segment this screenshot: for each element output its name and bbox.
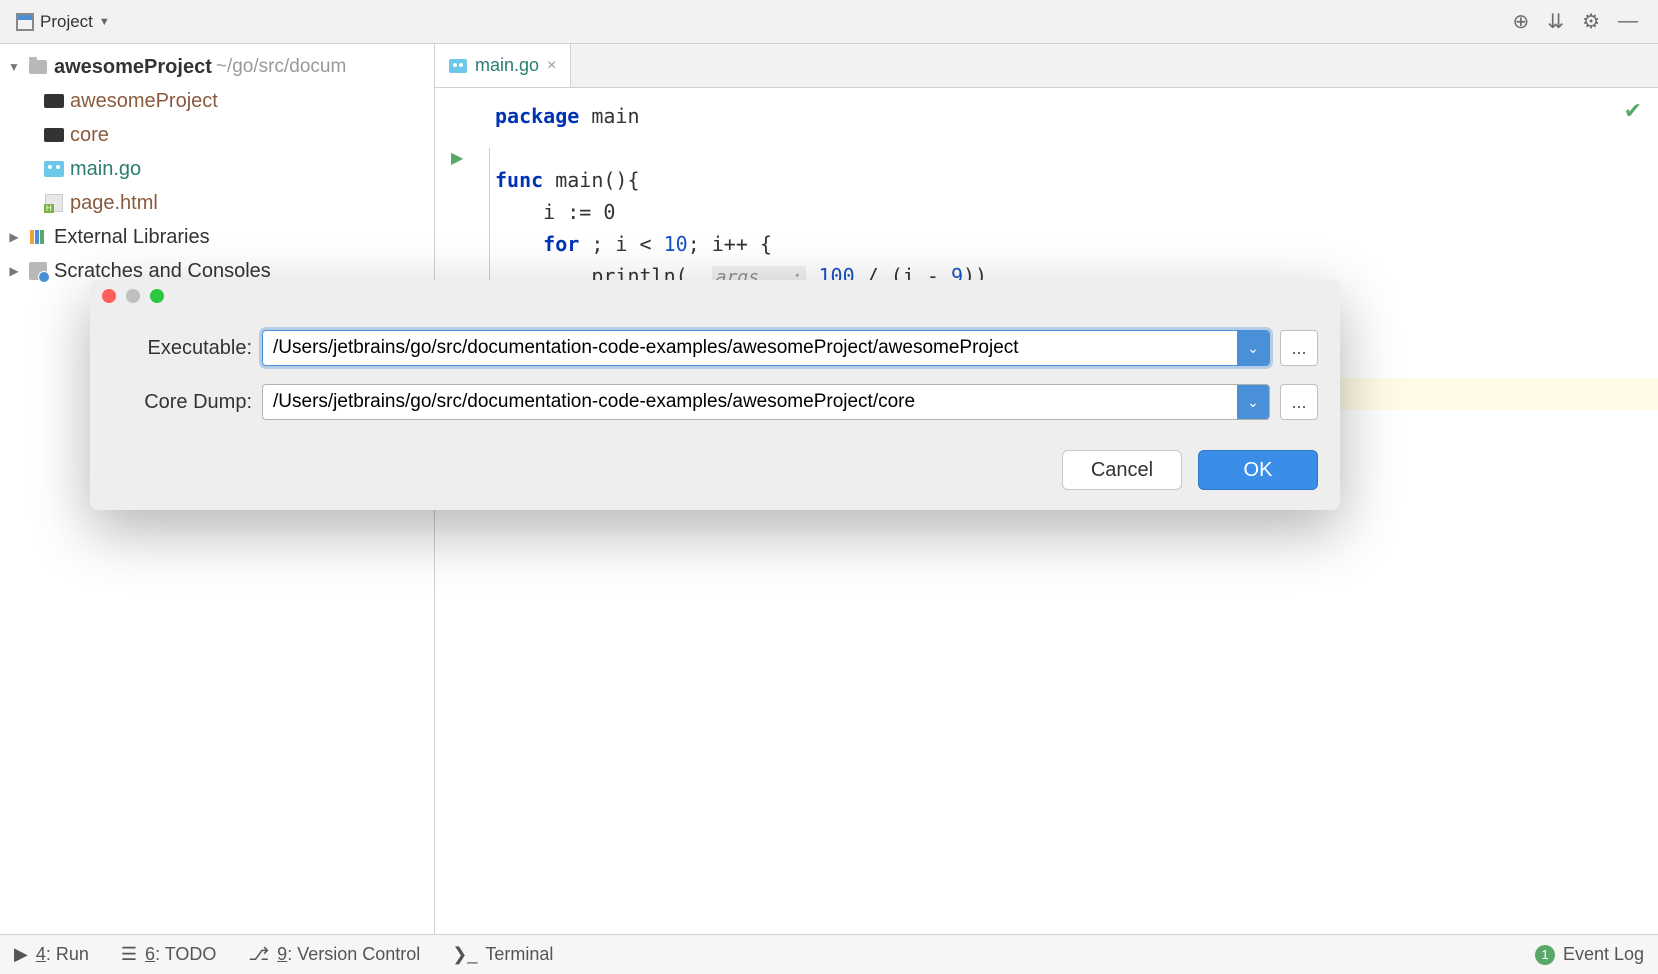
go-file-icon xyxy=(44,161,64,177)
run-gutter-icon[interactable]: ▶ xyxy=(451,148,463,168)
tree-external-libraries[interactable]: ▶ External Libraries xyxy=(0,220,434,254)
vcs-tool-button[interactable]: ⎇ 9: Version Control xyxy=(248,944,420,965)
notification-badge: 1 xyxy=(1535,945,1555,965)
binary-icon xyxy=(44,128,64,142)
go-file-icon xyxy=(449,59,467,73)
scratches-icon xyxy=(29,262,47,280)
editor-tabs: main.go × xyxy=(435,44,1658,88)
tree-item-executable[interactable]: awesomeProject xyxy=(0,84,434,118)
event-log-button[interactable]: 1 Event Log xyxy=(1535,944,1644,965)
minimize-icon[interactable]: — xyxy=(1618,10,1638,33)
terminal-icon: ❯_ xyxy=(452,944,477,965)
tab-main-go[interactable]: main.go × xyxy=(435,44,571,87)
project-view-selector[interactable]: Project ▼ xyxy=(8,8,118,36)
tree-item-label: awesomeProject xyxy=(70,90,218,113)
executable-input[interactable] xyxy=(263,331,1237,365)
toolbar-actions: ⊕ ⇊ ⚙ — xyxy=(1513,9,1650,34)
branch-icon: ⎇ xyxy=(248,944,269,965)
binary-icon xyxy=(44,94,64,108)
code-editor[interactable]: ✔ ▶ package main func main(){ i := 0 for… xyxy=(435,88,1658,934)
project-icon xyxy=(16,13,34,31)
terminal-tool-button[interactable]: ❯_ Terminal xyxy=(452,944,553,965)
executable-browse-button[interactable]: ... xyxy=(1280,330,1318,366)
tree-item-label: page.html xyxy=(70,192,158,215)
executable-combo[interactable]: ⌄ xyxy=(262,330,1270,366)
libraries-icon xyxy=(26,228,50,246)
chevron-down-icon[interactable]: ⌄ xyxy=(1237,331,1269,365)
executable-row: Executable: ⌄ ... xyxy=(112,330,1318,366)
list-icon: ☰ xyxy=(121,944,137,965)
tree-item-label: core xyxy=(70,124,109,147)
dialog-titlebar[interactable] xyxy=(90,280,1340,312)
tab-label: main.go xyxy=(475,55,539,76)
tree-root-path: ~/go/src/docum xyxy=(216,56,346,78)
folder-icon xyxy=(29,60,47,74)
chevron-down-icon[interactable]: ⌄ xyxy=(1237,385,1269,419)
tree-root-name: awesomeProject xyxy=(54,56,212,79)
coredump-row: Core Dump: ⌄ ... xyxy=(112,384,1318,420)
executable-label: Executable: xyxy=(112,337,252,360)
expand-arrow-icon[interactable]: ▶ xyxy=(6,230,22,244)
run-tool-button[interactable]: ▶ 4: Run xyxy=(14,944,89,965)
html-file-icon xyxy=(45,194,63,212)
tool-window-bar: ▶ 4: Run ☰ 6: TODO ⎇ 9: Version Control … xyxy=(0,934,1658,974)
window-close-icon[interactable] xyxy=(102,289,116,303)
cancel-button[interactable]: Cancel xyxy=(1062,450,1182,490)
tree-item-page-html[interactable]: page.html xyxy=(0,186,434,220)
code-content[interactable]: package main func main(){ i := 0 for ; i… xyxy=(495,88,1658,934)
editor-gutter[interactable]: ▶ xyxy=(435,88,495,934)
tree-item-label: main.go xyxy=(70,158,141,181)
core-dump-dialog: Executable: ⌄ ... Core Dump: ⌄ ... Cance… xyxy=(90,280,1340,510)
tree-item-core[interactable]: core xyxy=(0,118,434,152)
coredump-browse-button[interactable]: ... xyxy=(1280,384,1318,420)
coredump-label: Core Dump: xyxy=(112,391,252,414)
inspection-ok-icon[interactable]: ✔ xyxy=(1624,98,1642,124)
gear-icon[interactable]: ⚙ xyxy=(1582,9,1600,34)
chevron-down-icon: ▼ xyxy=(99,16,110,28)
tree-item-label: External Libraries xyxy=(54,226,210,249)
project-label: Project xyxy=(40,12,93,32)
close-icon[interactable]: × xyxy=(547,57,556,75)
expand-arrow-icon[interactable]: ▼ xyxy=(6,60,22,74)
tree-root[interactable]: ▼ awesomeProject ~/go/src/docum xyxy=(0,50,434,84)
target-icon[interactable]: ⊕ xyxy=(1513,9,1530,34)
coredump-combo[interactable]: ⌄ xyxy=(262,384,1270,420)
play-icon: ▶ xyxy=(14,944,28,965)
tree-item-main-go[interactable]: main.go xyxy=(0,152,434,186)
coredump-input[interactable] xyxy=(263,385,1237,419)
ok-button[interactable]: OK xyxy=(1198,450,1318,490)
window-minimize-icon[interactable] xyxy=(126,289,140,303)
project-toolbar: Project ▼ ⊕ ⇊ ⚙ — xyxy=(0,0,1658,44)
collapse-icon[interactable]: ⇊ xyxy=(1547,9,1564,34)
window-zoom-icon[interactable] xyxy=(150,289,164,303)
todo-tool-button[interactable]: ☰ 6: TODO xyxy=(121,944,217,965)
expand-arrow-icon[interactable]: ▶ xyxy=(6,264,22,278)
